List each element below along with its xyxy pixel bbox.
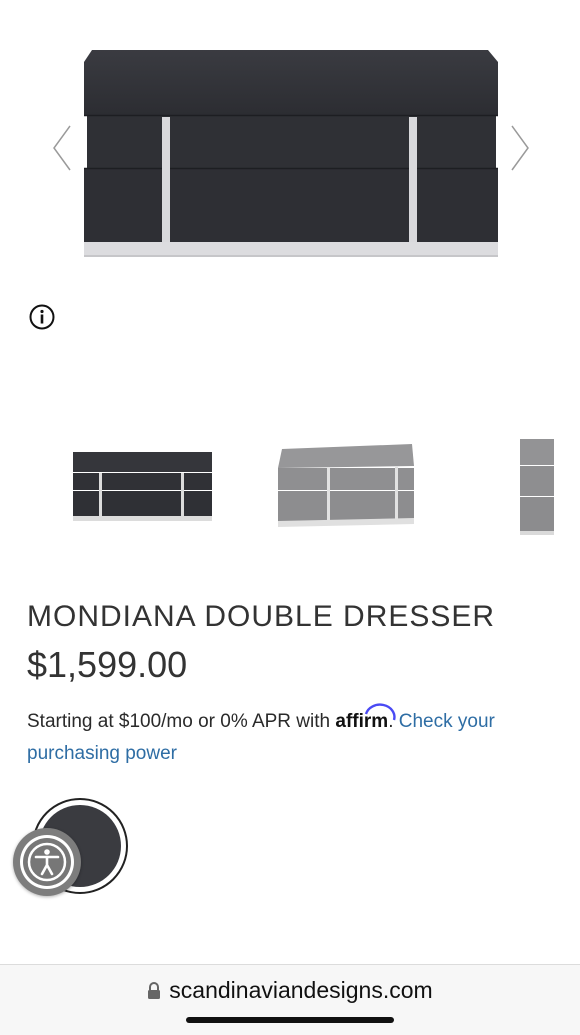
- product-price: $1,599.00: [27, 644, 188, 685]
- home-indicator: [186, 1017, 394, 1023]
- gallery-next-button[interactable]: [504, 120, 534, 176]
- affirm-arc-icon: [365, 703, 397, 721]
- financing-prefix: Starting at $100/mo or 0% APR with: [27, 711, 331, 732]
- product-main-image[interactable]: [0, 0, 580, 290]
- accessibility-button[interactable]: [13, 828, 81, 896]
- thumbnail-light-grey-dresser[interactable]: [274, 440, 419, 539]
- chevron-right-icon: [504, 120, 534, 176]
- thumbnail-side-dresser[interactable]: [518, 436, 554, 543]
- thumbnail-dark-dresser[interactable]: [70, 448, 215, 531]
- gallery-prev-button[interactable]: [48, 120, 78, 176]
- financing-message: Starting at $100/mo or 0% APR with affir…: [27, 703, 567, 770]
- browser-address-bar[interactable]: scandinaviandesigns.com: [0, 964, 580, 1035]
- product-title: MONDIANA DOUBLE DRESSER: [27, 600, 496, 633]
- affirm-logo: affirm: [335, 703, 397, 738]
- accessibility-icon: [27, 842, 67, 882]
- info-icon[interactable]: [28, 303, 56, 331]
- lock-icon: [147, 979, 161, 1006]
- chevron-left-icon: [48, 120, 78, 176]
- browser-domain: scandinaviandesigns.com: [169, 977, 433, 1003]
